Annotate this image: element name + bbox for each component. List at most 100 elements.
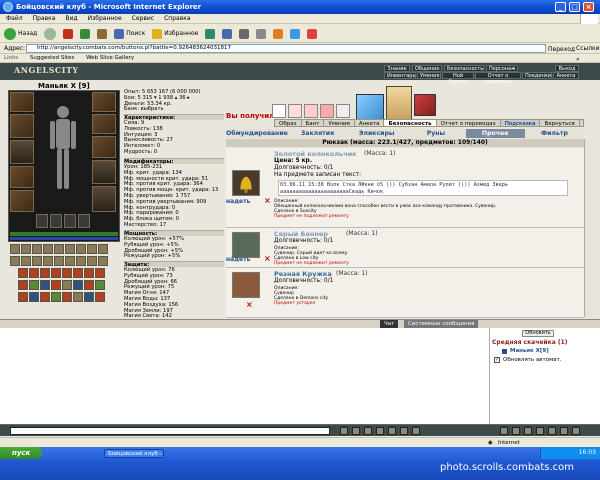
spell-slot[interactable]: [29, 292, 39, 302]
tab-runes[interactable]: Руны: [406, 129, 465, 138]
quick-slot[interactable]: [10, 244, 20, 254]
chat-input[interactable]: [10, 427, 330, 435]
wear-link[interactable]: надеть: [226, 256, 250, 263]
menu-favorites[interactable]: Избранное: [88, 15, 122, 22]
chat-tool-icon[interactable]: [572, 427, 580, 435]
item-name[interactable]: Серый Баннер: [274, 230, 328, 238]
spell-slot[interactable]: [29, 280, 39, 290]
chat-tool-icon[interactable]: [376, 427, 384, 435]
tab-back[interactable]: Вернуться: [540, 120, 580, 127]
equipment-slot-belt[interactable]: [10, 166, 34, 188]
tab-skills[interactable]: Умения: [324, 120, 355, 127]
quick-slot[interactable]: [32, 256, 42, 266]
spell-slot[interactable]: [62, 268, 72, 278]
chat-tool-icon[interactable]: [340, 427, 348, 435]
flag-button[interactable]: [305, 27, 319, 41]
stop-button[interactable]: [61, 27, 75, 41]
address-input[interactable]: http://angelscity.combats.com/buttons.pl…: [26, 44, 546, 53]
spell-slot[interactable]: [62, 292, 72, 302]
spell-slot[interactable]: [51, 292, 61, 302]
nav-transfer-report[interactable]: Отчет о переводах: [475, 72, 521, 85]
auto-refresh-checkbox[interactable]: ✓: [494, 357, 500, 363]
chat-tool-icon[interactable]: [388, 427, 396, 435]
nav-knowledge[interactable]: Знание: [384, 65, 410, 72]
delete-icon[interactable]: ×: [264, 196, 271, 205]
nav-battles[interactable]: Поединки: [522, 72, 552, 79]
spell-slot[interactable]: [18, 268, 28, 278]
chat-user[interactable]: Маньяк Х[9]: [510, 348, 549, 354]
mail-button[interactable]: [220, 27, 234, 41]
messenger-button[interactable]: [271, 27, 285, 41]
spell-slot[interactable]: [73, 268, 83, 278]
card-icon[interactable]: [414, 94, 436, 116]
received-item-icon[interactable]: [272, 104, 286, 118]
tab-bant[interactable]: Бант: [302, 120, 325, 127]
spell-slot[interactable]: [51, 268, 61, 278]
spell-slot[interactable]: [18, 292, 28, 302]
item-name[interactable]: Золотой колокольчик: [274, 150, 357, 158]
quick-slot[interactable]: [54, 244, 64, 254]
tab-other[interactable]: Прочее: [465, 129, 525, 138]
scroll-icon[interactable]: [386, 86, 412, 120]
tab-security[interactable]: Безопасность: [384, 120, 437, 127]
delete-icon[interactable]: ×: [264, 254, 271, 263]
quick-slot[interactable]: [54, 256, 64, 266]
quick-slot[interactable]: [21, 256, 31, 266]
quick-slot[interactable]: [43, 244, 53, 254]
tab-profile[interactable]: Анкета: [355, 120, 385, 127]
equipment-slot-shield[interactable]: [92, 136, 116, 158]
quick-slot[interactable]: [98, 244, 108, 254]
nav-profile[interactable]: Анкета: [553, 72, 579, 79]
quick-slot[interactable]: [32, 244, 42, 254]
tab-spells[interactable]: Заклятия: [288, 129, 347, 138]
crystal-icon[interactable]: [356, 94, 384, 122]
equipment-slot-ring-3[interactable]: [64, 214, 76, 228]
quick-slot[interactable]: [98, 256, 108, 266]
back-button[interactable]: Назад: [2, 27, 39, 41]
spell-slot[interactable]: [95, 268, 105, 278]
equipment-slot-pants[interactable]: [92, 160, 116, 184]
tab-image[interactable]: Образ: [275, 120, 302, 127]
nav-scroll[interactable]: Нoй Скролл: [442, 72, 474, 85]
chat-tool-icon[interactable]: [352, 427, 360, 435]
tab-elixirs[interactable]: Эликсиры: [347, 129, 406, 138]
print-button[interactable]: [237, 27, 251, 41]
link-suggested-sites[interactable]: Suggested Sites: [30, 55, 74, 61]
spell-slot[interactable]: [18, 280, 28, 290]
chat-tool-icon[interactable]: [524, 427, 532, 435]
spell-slot[interactable]: [84, 280, 94, 290]
chat-tool-icon[interactable]: [560, 427, 568, 435]
start-button[interactable]: пуск: [0, 447, 42, 459]
chat-tool-icon[interactable]: [548, 427, 556, 435]
quick-slot[interactable]: [65, 244, 75, 254]
received-item-icon[interactable]: [304, 104, 318, 118]
taskbar-item-browser[interactable]: Бойцовский клуб - Mi...: [104, 449, 164, 458]
spell-slot[interactable]: [95, 280, 105, 290]
quick-slot[interactable]: [43, 256, 53, 266]
spell-slot[interactable]: [73, 292, 83, 302]
equipment-slot-earrings[interactable]: [92, 92, 116, 112]
equipment-slot-bracer[interactable]: [78, 214, 90, 228]
forward-button[interactable]: [42, 27, 58, 41]
tab-hint[interactable]: Подсказка: [500, 120, 541, 127]
quick-slot[interactable]: [76, 256, 86, 266]
spell-slot[interactable]: [84, 268, 94, 278]
equipment-slot-armor[interactable]: [10, 140, 34, 164]
quick-slot[interactable]: [10, 256, 20, 266]
equipment-slot-ring-2[interactable]: [50, 214, 62, 228]
chat-tool-icon[interactable]: [412, 427, 420, 435]
spell-slot[interactable]: [40, 280, 50, 290]
stat-bank[interactable]: Банк: выбрать: [124, 107, 201, 113]
equipment-slot-ring-1[interactable]: [36, 214, 48, 228]
maximize-button[interactable]: □: [569, 2, 580, 12]
edit-button[interactable]: [254, 27, 268, 41]
spell-slot[interactable]: [29, 268, 39, 278]
wear-link[interactable]: надеть: [226, 198, 250, 205]
item-name[interactable]: Резная Кружка: [274, 270, 332, 278]
inventory-scrollbar[interactable]: [584, 139, 592, 317]
received-item-icon[interactable]: [288, 104, 302, 118]
delete-icon[interactable]: ×: [246, 300, 253, 309]
quick-slot[interactable]: [87, 244, 97, 254]
nav-skills[interactable]: Умения: [417, 72, 441, 79]
equipment-slot-amulet[interactable]: [92, 114, 116, 134]
